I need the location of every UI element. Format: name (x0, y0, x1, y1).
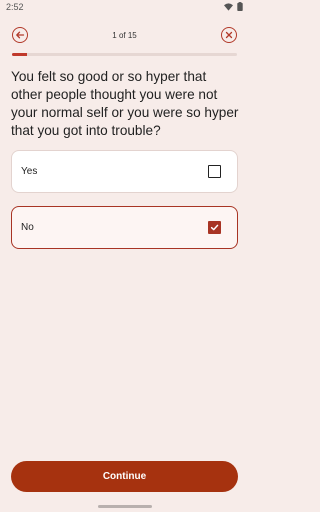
home-indicator (98, 505, 152, 508)
status-icons (224, 2, 243, 11)
option-yes-label: Yes (21, 166, 38, 177)
battery-icon (237, 2, 243, 11)
progress-bar-fill (12, 53, 28, 56)
close-button[interactable] (221, 27, 237, 43)
option-no-checkbox[interactable] (208, 221, 221, 234)
wifi-icon (224, 2, 233, 11)
option-no[interactable]: No (11, 206, 238, 249)
progress-label: 1 of 15 (112, 31, 137, 40)
status-time: 2:52 (6, 2, 24, 12)
status-bar: 2:52 (0, 0, 249, 14)
option-no-label: No (21, 222, 34, 233)
question-text: You felt so good or so hyper that other … (11, 69, 239, 138)
option-yes[interactable]: Yes (11, 150, 238, 193)
checkmark-icon (210, 224, 219, 231)
close-icon (225, 31, 233, 39)
progress-bar (12, 53, 237, 56)
continue-button[interactable]: Continue (11, 461, 238, 492)
option-yes-checkbox[interactable] (208, 165, 221, 178)
